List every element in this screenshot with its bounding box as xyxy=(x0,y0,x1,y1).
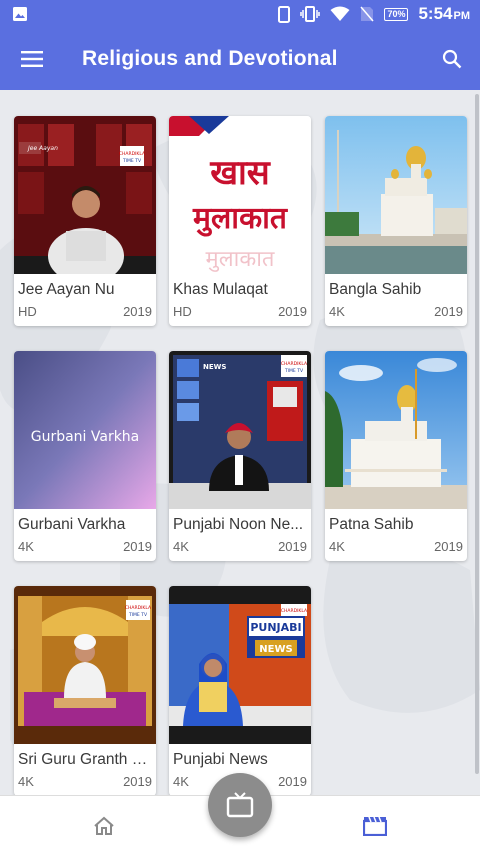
card-quality: 4K xyxy=(329,304,345,319)
video-thumbnail: CHARDIKLA TIME TV xyxy=(14,586,156,744)
svg-text:Jee Aayan: Jee Aayan xyxy=(27,145,58,152)
vibrate-icon xyxy=(300,6,321,22)
wifi-icon xyxy=(330,6,350,21)
battery-indicator: 70% xyxy=(384,7,409,21)
nav-movies-button[interactable] xyxy=(355,810,395,842)
video-thumbnail xyxy=(325,351,467,509)
card-quality: 4K xyxy=(173,539,189,554)
search-icon xyxy=(442,49,462,69)
svg-text:CHARDIKLA: CHARDIKLA xyxy=(281,361,308,367)
video-card-patna-sahib[interactable]: Patna Sahib 4K 2019 xyxy=(325,351,467,561)
search-button[interactable] xyxy=(424,28,480,90)
video-thumbnail: PUNJABI NEWS CHARDIKLA xyxy=(169,586,311,744)
card-title: Jee Aayan Nu xyxy=(18,281,115,298)
scrollbar[interactable] xyxy=(475,94,479,774)
card-quality: HD xyxy=(18,304,37,319)
card-quality: 4K xyxy=(18,539,34,554)
menu-button[interactable] xyxy=(0,28,64,90)
card-year: 2019 xyxy=(278,774,307,789)
card-year: 2019 xyxy=(278,539,307,554)
card-title: Punjabi News xyxy=(173,751,268,768)
svg-text:TIME TV: TIME TV xyxy=(122,158,142,164)
card-title: Punjabi Noon Ne... xyxy=(173,516,304,533)
video-thumbnail xyxy=(325,116,467,274)
svg-text:PUNJABI: PUNJABI xyxy=(250,621,301,634)
svg-text:CHARDIKLA: CHARDIKLA xyxy=(125,605,152,611)
card-year: 2019 xyxy=(123,774,152,789)
svg-text:TIME TV: TIME TV xyxy=(284,368,304,374)
tv-icon xyxy=(226,792,254,818)
card-quality: 4K xyxy=(18,774,34,789)
no-sim-icon xyxy=(360,6,375,22)
card-year: 2019 xyxy=(278,304,307,319)
live-tv-fab[interactable] xyxy=(208,773,272,837)
card-title: Bangla Sahib xyxy=(329,281,422,298)
content-grid[interactable]: CHARDIKLA TIME TV Jee Aayan Jee Aayan Nu… xyxy=(0,90,480,795)
page-title: Religious and Devotional xyxy=(82,47,338,70)
menu-icon xyxy=(21,51,43,67)
app-bar: Religious and Devotional xyxy=(0,28,480,90)
card-title: Khas Mulaqat xyxy=(173,281,268,298)
video-thumbnail: Gurbani Varkha xyxy=(14,351,156,509)
card-year: 2019 xyxy=(123,304,152,319)
video-card-jee-aayan-nu[interactable]: CHARDIKLA TIME TV Jee Aayan Jee Aayan Nu… xyxy=(14,116,156,326)
video-card-gurbani-varkha[interactable]: Gurbani Varkha Gurbani Varkha 4K 2019 xyxy=(14,351,156,561)
svg-text:CHARDIKLA: CHARDIKLA xyxy=(119,151,146,157)
card-year: 2019 xyxy=(434,539,463,554)
svg-text:मुलाकात: मुलाकात xyxy=(192,201,289,237)
video-thumbnail: खास मुलाकात मुलाकात xyxy=(169,116,311,274)
card-year: 2019 xyxy=(434,304,463,319)
svg-text:मुलाकात: मुलाकात xyxy=(206,247,275,272)
status-time: 5:54PM xyxy=(418,4,470,23)
svg-text:CHARDIKLA: CHARDIKLA xyxy=(281,608,308,614)
card-title: Gurbani Varkha xyxy=(18,516,126,533)
status-bar: 70% 5:54PM xyxy=(0,0,480,28)
video-card-punjabi-news[interactable]: PUNJABI NEWS CHARDIKLA Punjabi News 4K 2… xyxy=(169,586,311,795)
phone-icon xyxy=(278,5,291,23)
gallery-notification-icon xyxy=(13,7,27,21)
video-card-sri-guru-granth-sahib[interactable]: CHARDIKLA TIME TV Sri Guru Granth S... 4… xyxy=(14,586,156,795)
thumbnail-text: NEWS xyxy=(203,363,226,371)
thumbnail-text: Gurbani Varkha xyxy=(31,429,140,445)
video-card-bangla-sahib[interactable]: Bangla Sahib 4K 2019 xyxy=(325,116,467,326)
card-title: Patna Sahib xyxy=(329,516,414,533)
video-thumbnail: CHARDIKLA TIME TV NEWS xyxy=(169,351,311,509)
card-quality: HD xyxy=(173,304,192,319)
video-card-punjabi-noon-news[interactable]: CHARDIKLA TIME TV NEWS Punjabi Noon Ne..… xyxy=(169,351,311,561)
home-icon xyxy=(94,816,114,835)
video-card-khas-mulaqat[interactable]: खास मुलाकात मुलाकात Khas Mulaqat HD 2019 xyxy=(169,116,311,326)
nav-home-button[interactable] xyxy=(84,810,124,842)
card-year: 2019 xyxy=(123,539,152,554)
card-quality: 4K xyxy=(173,774,189,789)
svg-text:TIME TV: TIME TV xyxy=(128,612,148,618)
video-thumbnail: CHARDIKLA TIME TV Jee Aayan xyxy=(14,116,156,274)
svg-text:NEWS: NEWS xyxy=(259,644,292,655)
card-title: Sri Guru Granth S... xyxy=(18,751,152,768)
movie-clapper-icon xyxy=(363,816,387,836)
card-quality: 4K xyxy=(329,539,345,554)
svg-text:खास: खास xyxy=(209,153,271,193)
